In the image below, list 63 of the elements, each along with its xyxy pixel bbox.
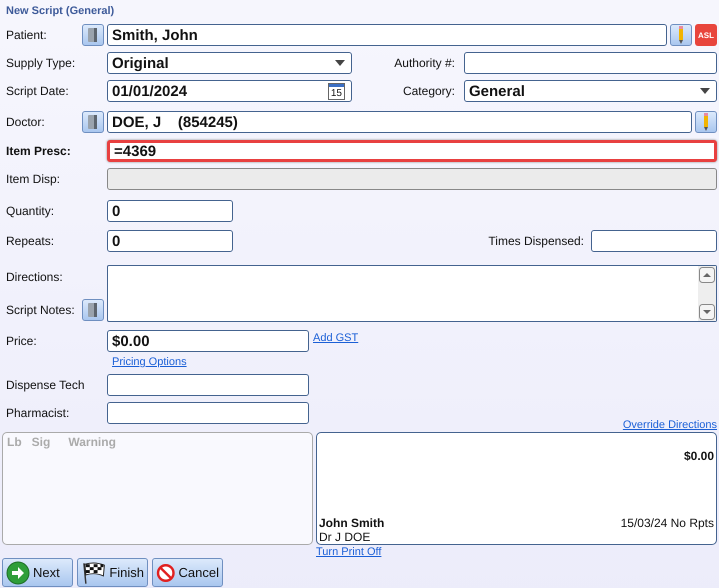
supply-type-dropdown[interactable]: Original bbox=[107, 52, 352, 74]
book-icon bbox=[86, 114, 100, 130]
scroll-down-icon[interactable] bbox=[699, 304, 715, 320]
price-field[interactable]: $0.00 bbox=[107, 330, 309, 352]
dispense-tech-field[interactable] bbox=[107, 374, 309, 396]
next-button[interactable]: Next bbox=[2, 558, 73, 587]
window-title: New Script (General) bbox=[6, 4, 116, 19]
field-label: Category: bbox=[402, 84, 456, 98]
edit-button[interactable] bbox=[670, 24, 692, 46]
pricing-options-link[interactable]: Pricing Options bbox=[112, 356, 187, 368]
calendar-icon[interactable]: 15 bbox=[328, 82, 345, 100]
field-label: Patient: bbox=[6, 28, 48, 42]
add-gst-link[interactable]: Add GST bbox=[313, 332, 358, 344]
cancel-button[interactable]: Cancel bbox=[152, 558, 223, 587]
turn-print-off-link[interactable]: Turn Print Off bbox=[316, 546, 382, 558]
override-directions-link[interactable]: Override Directions bbox=[622, 419, 717, 431]
column-header: Lb bbox=[7, 435, 22, 449]
alert-badge[interactable]: ASL bbox=[695, 24, 717, 46]
doctor-field[interactable]: DOE, J (854245) bbox=[107, 111, 692, 133]
preview-date: 15/03/24 No Rpts bbox=[620, 516, 714, 530]
field-label: Item Presc: bbox=[6, 144, 72, 158]
preview-doctor: Dr J DOE bbox=[319, 530, 370, 544]
quantity-field[interactable]: 0 bbox=[107, 200, 233, 222]
column-header: Warning bbox=[68, 435, 116, 449]
field-label: Item Disp: bbox=[6, 172, 62, 186]
scroll-up-icon[interactable] bbox=[699, 267, 715, 283]
pencil-icon bbox=[702, 113, 710, 131]
book-button[interactable] bbox=[82, 111, 104, 133]
date-field[interactable]: 01/01/2024 15 bbox=[107, 80, 352, 102]
repeats-field[interactable]: 0 bbox=[107, 230, 233, 252]
field-label: Dispense Tech bbox=[6, 378, 82, 392]
dropdown-caret-icon bbox=[700, 88, 710, 94]
times-dispensed-field[interactable] bbox=[591, 230, 717, 252]
field-label: Authority #: bbox=[393, 56, 456, 70]
pharmacist-field[interactable] bbox=[107, 402, 309, 424]
field-label: Doctor: bbox=[6, 115, 46, 129]
directions-textarea[interactable] bbox=[107, 265, 717, 322]
field-label: Repeats: bbox=[6, 234, 56, 248]
item-prescribed-field[interactable]: =4369 bbox=[107, 140, 717, 162]
field-label: Directions: bbox=[6, 270, 64, 284]
field-label: Quantity: bbox=[6, 204, 56, 218]
field-label: Pharmacist: bbox=[6, 406, 70, 420]
checkered-flag-icon bbox=[81, 560, 106, 584]
finish-button[interactable]: Finish bbox=[77, 558, 148, 587]
category-dropdown[interactable]: General bbox=[464, 80, 717, 102]
scrollbar[interactable] bbox=[698, 266, 716, 321]
patient-field[interactable]: Smith, John bbox=[107, 24, 667, 46]
book-button[interactable] bbox=[82, 24, 104, 46]
column-header: Sig bbox=[32, 435, 50, 449]
field-label: Supply Type: bbox=[6, 56, 76, 70]
field-label: Script Notes: bbox=[6, 303, 76, 317]
book-button[interactable] bbox=[82, 299, 104, 321]
field-label: Script Date: bbox=[6, 84, 70, 98]
field-label: Times Dispensed: bbox=[488, 234, 584, 248]
book-icon bbox=[86, 302, 100, 318]
preview-patient: John Smith bbox=[319, 516, 384, 530]
preview-price: $0.00 bbox=[682, 449, 714, 465]
field-label: Price: bbox=[6, 334, 38, 348]
book-icon bbox=[86, 27, 100, 43]
pencil-icon bbox=[677, 26, 685, 44]
edit-button[interactable] bbox=[695, 111, 717, 133]
authority-field[interactable] bbox=[464, 52, 717, 74]
dropdown-caret-icon bbox=[335, 60, 345, 66]
